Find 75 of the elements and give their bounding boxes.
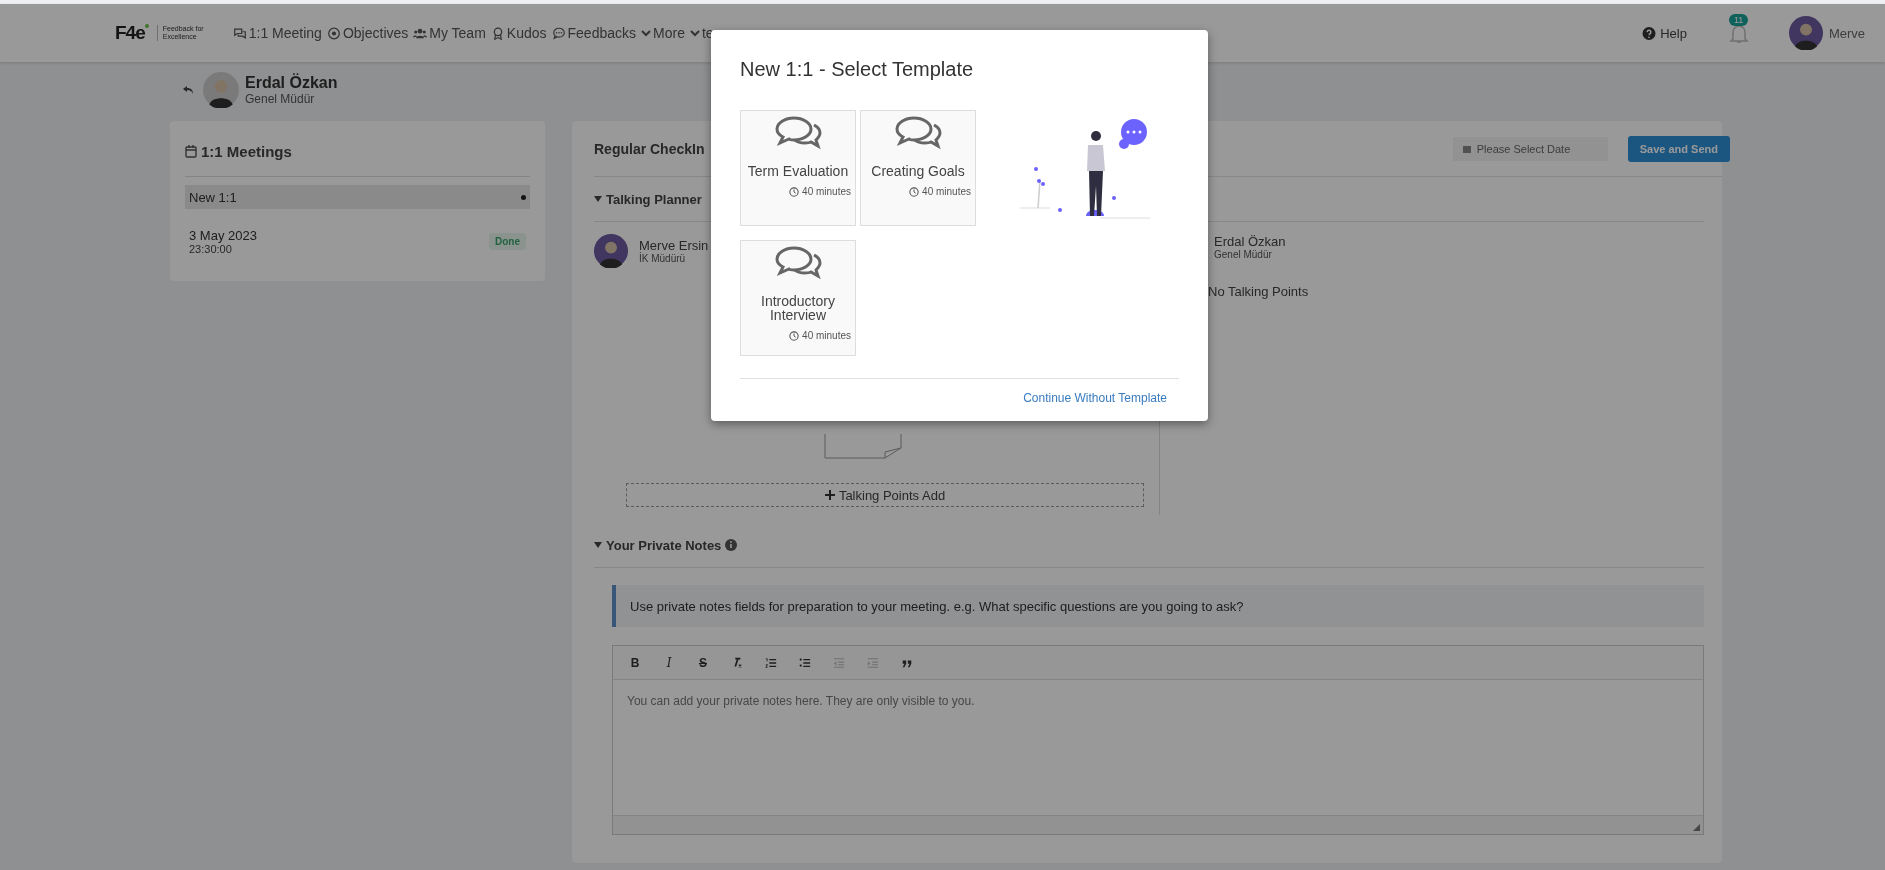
- help-link[interactable]: Help: [1642, 25, 1687, 41]
- indent-icon: [867, 656, 879, 669]
- checkin-title: Regular CheckIn: [594, 140, 705, 157]
- strikethrough-button[interactable]: S: [689, 650, 717, 675]
- caret-icon[interactable]: [594, 196, 602, 202]
- nav-link[interactable]: My Team: [413, 25, 486, 41]
- meeting-item[interactable]: 3 May 2023 23:30:00 Done: [185, 221, 530, 261]
- outdent-icon: [833, 656, 845, 669]
- template-card[interactable]: Introductory Interview 40 minutes: [740, 240, 856, 356]
- template-name: Creating Goals: [871, 164, 965, 178]
- add-talking-point-button[interactable]: Talking Points Add: [626, 483, 1144, 507]
- bold-button[interactable]: B: [621, 650, 649, 675]
- template-name: Term Evaluation: [747, 164, 849, 178]
- clock-icon: [789, 330, 800, 341]
- nav-link[interactable]: 1:1 Meeting: [232, 25, 322, 41]
- info-callout: Use private notes fields for preparation to your meeting. e.g. What specific questions are you going to ask?: [612, 585, 1704, 627]
- calendar-icon: [185, 145, 197, 158]
- meeting-title: 3 May 2023: [189, 227, 257, 243]
- section-title: Talking Planner: [606, 191, 702, 207]
- meeting-title: New 1:1: [189, 189, 237, 205]
- logo[interactable]: F4e: [115, 22, 149, 44]
- numbered-list-icon: [765, 656, 777, 669]
- card-title: 1:1 Meetings: [201, 143, 292, 160]
- caret-icon[interactable]: [594, 542, 602, 548]
- template-duration: 40 minutes: [802, 186, 851, 197]
- person-title: Genel Müdür: [245, 92, 316, 106]
- nav-link[interactable]: Kudos: [490, 25, 547, 41]
- help-icon: [1642, 26, 1657, 40]
- chat-icon: [774, 246, 822, 282]
- template-card[interactable]: Term Evaluation 40 minutes: [740, 110, 856, 226]
- status-badge: Done: [489, 232, 526, 250]
- avatar: [594, 234, 628, 268]
- nav-link[interactable]: More: [641, 25, 685, 41]
- italic-button[interactable]: I: [655, 650, 683, 675]
- participant-name: Merve Ersin: [639, 238, 709, 253]
- comment-icon: [551, 26, 566, 40]
- resize-handle-icon[interactable]: [1693, 824, 1700, 831]
- continue-without-template-link[interactable]: Continue Without Template: [1023, 391, 1167, 405]
- save-and-send-button[interactable]: Save and Send: [1627, 135, 1730, 162]
- team-icon: [413, 26, 428, 40]
- user-name[interactable]: Merve: [1828, 25, 1865, 41]
- template-duration: 40 minutes: [922, 186, 971, 197]
- chat-icon: [774, 116, 822, 152]
- active-dot: [521, 194, 526, 200]
- calendar-icon: [1462, 144, 1471, 153]
- plus-icon: [824, 490, 835, 500]
- chat-icon: [894, 116, 942, 152]
- clock-icon: [909, 186, 920, 197]
- chat-icon: [232, 26, 247, 40]
- notification-count: 11: [1728, 14, 1749, 26]
- rich-text-editor[interactable]: B I S You can add your private notes here. They are only visible to you.: [612, 645, 1704, 835]
- nav-link[interactable]: Feedbacks: [551, 25, 636, 41]
- date-field[interactable]: Please Select Date: [1452, 136, 1608, 161]
- participant-title: İK Müdürü: [639, 253, 687, 264]
- bullet-list-icon: [799, 656, 811, 669]
- participant-name: Erdal Özkan: [1214, 234, 1286, 249]
- clock-icon: [789, 186, 800, 197]
- meeting-item[interactable]: New 1:1: [185, 185, 530, 209]
- person-name: Erdal Özkan: [245, 74, 338, 92]
- template-card[interactable]: Creating Goals 40 minutes: [860, 110, 976, 226]
- template-duration: 40 minutes: [802, 330, 851, 341]
- caret-icon: [689, 29, 700, 37]
- empty-message: No Talking Points: [1208, 284, 1310, 299]
- section-title: Your Private Notes: [606, 537, 722, 553]
- participant-title: Genel Müdür: [1214, 249, 1273, 260]
- caret-icon: [641, 29, 651, 37]
- nav-link[interactable]: Objectives: [326, 25, 409, 41]
- target-icon: [326, 26, 341, 40]
- meeting-time: 23:30:00: [189, 242, 233, 255]
- template-name: Introductory Interview: [760, 294, 836, 322]
- back-icon[interactable]: [183, 86, 193, 94]
- avatar: [203, 72, 239, 108]
- dialog-title: New 1:1 - Select Template: [740, 57, 975, 82]
- info-icon: [725, 539, 738, 551]
- avatar: [1788, 16, 1823, 50]
